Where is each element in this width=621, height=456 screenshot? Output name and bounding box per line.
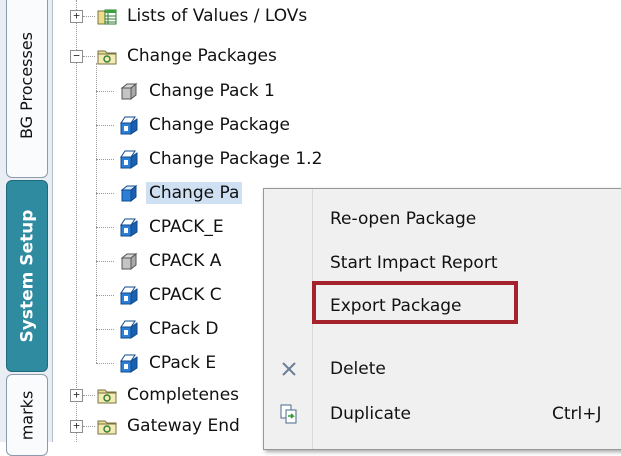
package-closed-gray-icon: [120, 252, 138, 271]
duplicate-icon: [280, 404, 297, 424]
tree-branch-line: [83, 395, 95, 396]
tree-guide-line: [76, 0, 77, 442]
expand-toggle-gateway[interactable]: +: [70, 420, 83, 433]
tree-node-change-package[interactable]: Change Package: [118, 110, 293, 140]
tree-node-label: CPACK A: [149, 251, 222, 271]
package-open-blue-icon: [120, 116, 138, 135]
tree-branch-line: [96, 193, 114, 194]
menu-item-duplicate[interactable]: Duplicate Ctrl+J: [264, 394, 621, 434]
tree-node-lists-of-values[interactable]: Lists of Values / LOVs: [96, 1, 310, 31]
tree-branch-line: [96, 363, 114, 364]
package-open-blue-icon: [120, 354, 138, 373]
tree-node-cpack-e[interactable]: CPack E: [118, 348, 219, 378]
tree-node-label: Change Pack 1: [149, 81, 275, 101]
tab-bg-processes[interactable]: BG Processes: [6, 0, 48, 178]
menu-item-reopen-package[interactable]: Re-open Package: [264, 199, 621, 239]
package-open-blue-icon: [120, 286, 138, 305]
tree-node-label: Change Packages: [127, 46, 277, 66]
tree-branch-line: [83, 426, 95, 427]
menu-item-shortcut: Ctrl+J: [552, 404, 602, 424]
tree-node-label: Change Package: [149, 115, 290, 135]
tree-node-label: Gateway End: [127, 416, 240, 436]
tree-node-gateway[interactable]: Gateway End: [96, 411, 243, 441]
folder-table-icon: [97, 9, 117, 25]
package-closed-blue-icon: [120, 184, 138, 203]
tree-branch-line: [96, 261, 114, 262]
tree-branch-line: [96, 329, 114, 330]
menu-item-label: Delete: [330, 359, 386, 379]
menu-item-label: Duplicate: [330, 404, 411, 424]
tree-node-cpack-e-underscore[interactable]: CPACK_E: [118, 212, 227, 242]
folder-icon: [97, 420, 117, 435]
menu-item-label: Re-open Package: [330, 209, 477, 229]
package-open-blue-icon: [120, 218, 138, 237]
folder-icon: [97, 389, 117, 404]
tree-branch-line: [83, 56, 95, 57]
tree-node-label: CPack D: [149, 319, 219, 339]
tree-node-label: CPACK_E: [149, 217, 224, 237]
tree-branch-line: [96, 159, 114, 160]
tree-branch-line: [96, 125, 114, 126]
tree-node-label: Completenes: [127, 385, 240, 405]
tree-node-change-packages[interactable]: Change Packages: [96, 41, 280, 71]
expand-toggle-lists-of-values[interactable]: +: [70, 10, 83, 23]
tab-system-setup[interactable]: System Setup: [6, 180, 48, 372]
collapse-toggle-change-packages[interactable]: −: [70, 50, 83, 63]
tree-node-label: CPACK C: [149, 285, 222, 305]
tree-node-cpack-a[interactable]: CPACK A: [118, 246, 224, 276]
export-package-highlight-box: [312, 281, 518, 324]
expand-toggle-completeness[interactable]: +: [70, 389, 83, 402]
tree-node-completeness[interactable]: Completenes: [96, 380, 242, 410]
tree-node-cpack-c[interactable]: CPACK C: [118, 280, 225, 310]
tab-marks-label: marks: [17, 390, 37, 440]
tree-node-cpack-d[interactable]: CPack D: [118, 314, 221, 344]
tree-node-label: Change Pa: [146, 182, 243, 204]
delete-x-icon: [282, 362, 296, 376]
tree-node-label: Change Package 1.2: [149, 149, 323, 169]
tree-branch-line: [83, 16, 95, 17]
package-open-blue-icon: [120, 150, 138, 169]
package-open-blue-icon: [120, 320, 138, 339]
menu-item-label: Start Impact Report: [330, 253, 498, 273]
tree-node-label: Lists of Values / LOVs: [127, 6, 308, 26]
tree-branch-line: [96, 227, 114, 228]
side-tab-strip: BG Processes System Setup marks: [0, 0, 53, 456]
tab-bg-processes-label: BG Processes: [17, 31, 37, 139]
tree-node-change-pack-1[interactable]: Change Pack 1: [118, 76, 278, 106]
tree-node-change-package-1-2[interactable]: Change Package 1.2: [118, 144, 325, 174]
tree-branch-line: [96, 91, 114, 92]
tree-branch-line: [96, 295, 114, 296]
tab-system-setup-label: System Setup: [17, 209, 37, 343]
package-closed-gray-icon: [120, 82, 138, 101]
menu-item-start-impact-report[interactable]: Start Impact Report: [264, 243, 621, 283]
folder-icon: [97, 50, 117, 65]
menu-item-delete[interactable]: Delete: [264, 349, 621, 389]
tree-node-label: CPack E: [149, 353, 217, 373]
tab-marks[interactable]: marks: [6, 374, 48, 456]
tree-node-change-package-selected[interactable]: Change Pa: [118, 178, 243, 208]
tree-guide-line: [96, 63, 97, 363]
